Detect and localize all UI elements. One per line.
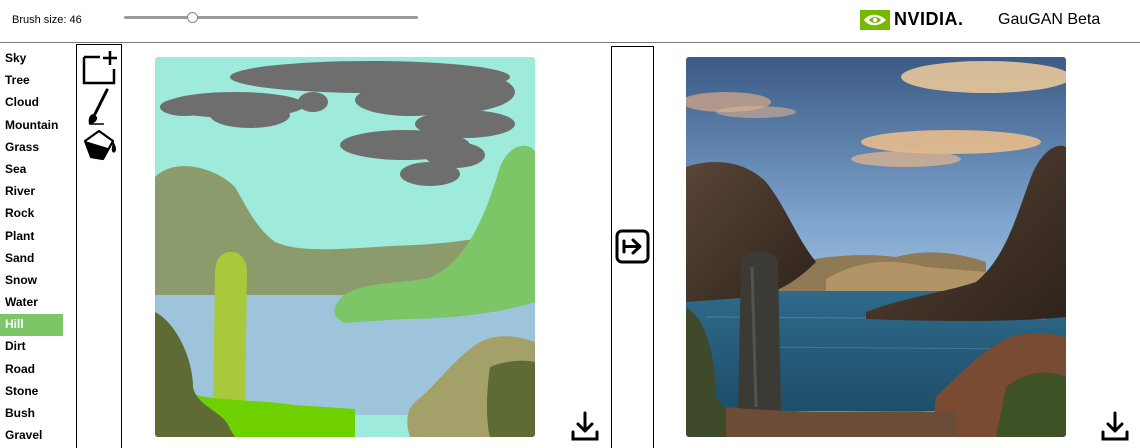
download-input-icon[interactable] <box>570 410 600 447</box>
brush-icon[interactable] <box>80 87 120 127</box>
tool-panel <box>76 44 122 448</box>
fill-bucket-icon[interactable] <box>80 127 120 167</box>
arrow-right-box-icon[interactable] <box>615 229 650 269</box>
product-title: GauGAN Beta <box>998 11 1101 28</box>
label-road[interactable]: Road <box>0 359 70 381</box>
generated-image <box>686 57 1066 437</box>
nvidia-logo: NVIDIA. <box>860 9 964 30</box>
label-river[interactable]: River <box>0 181 70 203</box>
label-sky[interactable]: Sky <box>0 48 70 70</box>
brush-size-slider[interactable] <box>124 10 418 24</box>
slider-thumb[interactable] <box>186 12 198 23</box>
brush-size-label: Brush size: 46 <box>12 14 82 26</box>
label-sea[interactable]: Sea <box>0 159 70 181</box>
label-hill[interactable]: Hill <box>0 314 63 337</box>
label-rock[interactable]: Rock <box>0 203 70 225</box>
nvidia-eye-icon <box>860 9 890 30</box>
slider-track[interactable] <box>124 16 418 19</box>
label-plant[interactable]: Plant <box>0 226 70 248</box>
label-bush[interactable]: Bush <box>0 403 70 425</box>
label-cloud[interactable]: Cloud <box>0 92 70 114</box>
label-sand[interactable]: Sand <box>0 248 70 270</box>
nvidia-wordmark: NVIDIA. <box>894 9 964 29</box>
label-gravel[interactable]: Gravel <box>0 425 70 447</box>
label-grass[interactable]: Grass <box>0 137 70 159</box>
label-tree[interactable]: Tree <box>0 70 70 92</box>
label-mountain[interactable]: Mountain <box>0 115 70 137</box>
label-snow[interactable]: Snow <box>0 270 70 292</box>
segmentation-canvas[interactable] <box>155 57 535 437</box>
top-bar: Brush size: 46 NVIDIA. GauGAN Beta <box>0 0 1140 43</box>
label-dirt[interactable]: Dirt <box>0 336 70 358</box>
new-canvas-icon[interactable] <box>80 47 120 87</box>
download-output-icon[interactable] <box>1100 410 1130 447</box>
label-list: Sky Tree Cloud Mountain Grass Sea River Rock Pla… <box>0 48 70 447</box>
label-stone[interactable]: Stone <box>0 381 70 403</box>
bush-region-right <box>486 360 535 437</box>
label-water[interactable]: Water <box>0 292 70 314</box>
run-panel <box>611 46 654 448</box>
